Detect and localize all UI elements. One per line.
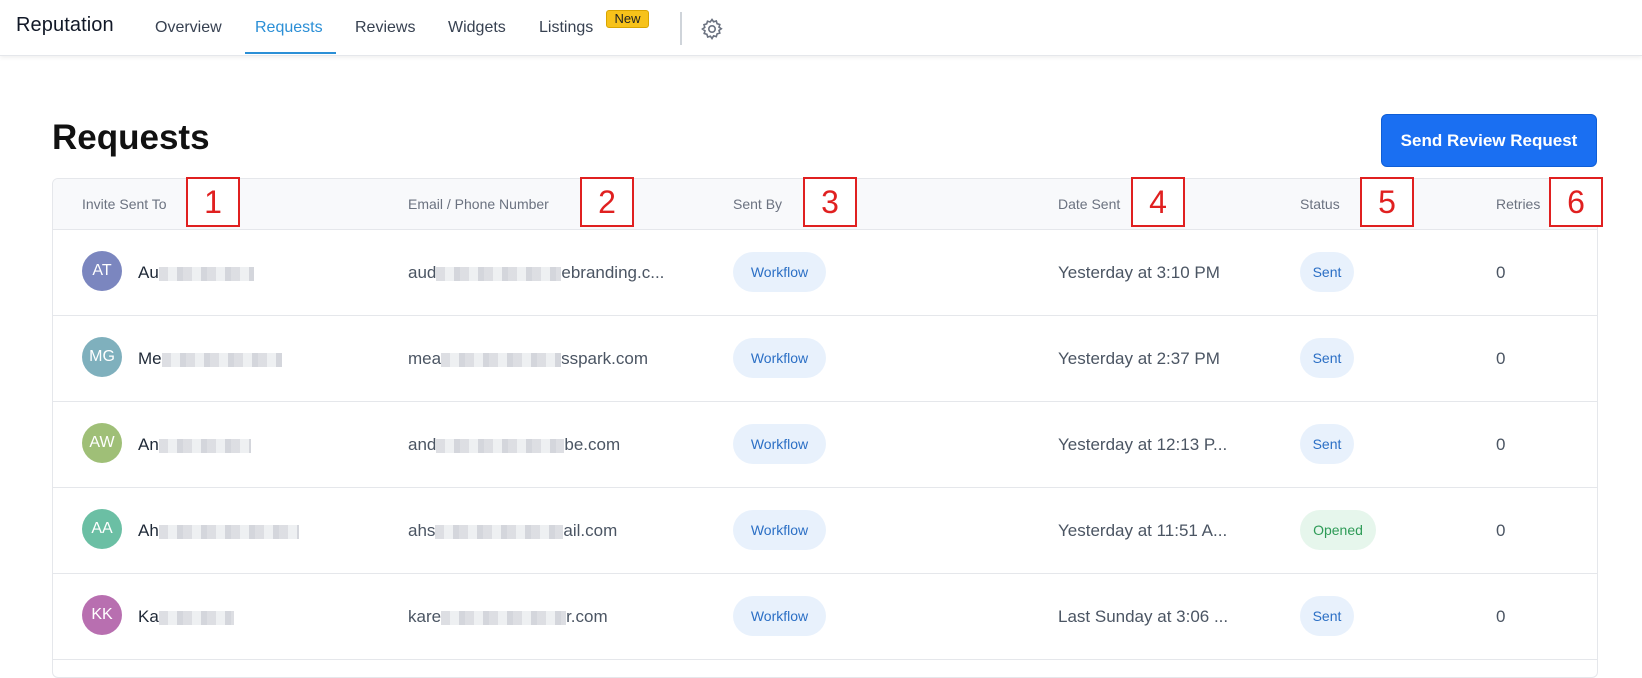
annotation-marker-3: 3 — [803, 177, 857, 227]
annotation-marker-6: 6 — [1549, 177, 1603, 227]
active-tab-indicator — [245, 52, 336, 54]
gear-icon[interactable] — [700, 17, 724, 41]
redacted-text — [435, 524, 564, 539]
contact-email: aud ebranding.c... — [408, 263, 665, 282]
top-nav: Reputation Overview Requests Reviews Wid… — [0, 0, 1642, 56]
redacted-text — [158, 438, 251, 453]
sent-by-badge[interactable]: Workflow — [733, 252, 826, 292]
status-badge: Sent — [1300, 338, 1354, 378]
table-row[interactable]: AA Ah ahs ail.com Workflow Yesterday at 1… — [53, 488, 1597, 574]
redacted-text — [161, 352, 282, 367]
tab-requests[interactable]: Requests — [255, 19, 323, 37]
contact-email: mea sspark.com — [408, 349, 648, 368]
contact-email: and be.com — [408, 435, 621, 454]
sent-by-badge[interactable]: Workflow — [733, 510, 826, 550]
retries-count: 0 — [1496, 521, 1506, 540]
date-sent: Yesterday at 2:37 PM — [1058, 349, 1220, 368]
tab-reviews[interactable]: Reviews — [355, 19, 415, 37]
redacted-text — [158, 266, 254, 281]
annotation-marker-2: 2 — [580, 177, 634, 227]
table-row[interactable]: KK Ka kare r.com Workflow Last Sunday at … — [53, 574, 1597, 660]
column-header-status: Status — [1300, 196, 1340, 212]
avatar: MG — [82, 337, 122, 377]
tab-listings[interactable]: Listings — [539, 19, 593, 37]
redacted-text — [158, 524, 299, 539]
table-row[interactable]: MG Me mea sspark.com Workflow Yesterday a… — [53, 316, 1597, 402]
annotation-marker-1: 1 — [186, 177, 240, 227]
column-header-sent-by: Sent By — [733, 196, 783, 212]
redacted-text — [158, 610, 234, 625]
column-header-invite-sent-to: Invite Sent To — [82, 196, 167, 212]
nav-divider — [680, 12, 682, 45]
date-sent: Yesterday at 3:10 PM — [1058, 263, 1220, 282]
status-badge: Sent — [1300, 596, 1354, 636]
avatar: AW — [82, 423, 122, 463]
annotation-marker-4: 4 — [1131, 177, 1185, 227]
tab-widgets[interactable]: Widgets — [448, 19, 506, 37]
sent-by-badge[interactable]: Workflow — [733, 338, 826, 378]
retries-count: 0 — [1496, 607, 1506, 626]
status-badge: Sent — [1300, 424, 1354, 464]
table-row[interactable]: AW An and be.com Workflow Yesterday at 12… — [53, 402, 1597, 488]
contact-name: Au — [138, 263, 254, 283]
status-badge: Opened — [1300, 510, 1376, 550]
tab-overview[interactable]: Overview — [155, 19, 222, 37]
date-sent: Yesterday at 11:51 A... — [1058, 521, 1228, 540]
contact-name: Ah — [138, 521, 299, 541]
redacted-text — [441, 352, 562, 367]
sent-by-badge[interactable]: Workflow — [733, 596, 826, 636]
status-badge: Sent — [1300, 252, 1354, 292]
contact-email: ahs ail.com — [408, 521, 618, 540]
send-review-request-button[interactable]: Send Review Request — [1381, 114, 1597, 167]
redacted-text — [436, 438, 565, 453]
app-brand: Reputation — [16, 14, 114, 36]
retries-count: 0 — [1496, 435, 1506, 454]
sent-by-badge[interactable]: Workflow — [733, 424, 826, 464]
column-header-email-phone: Email / Phone Number — [408, 196, 549, 212]
new-badge: New — [606, 10, 649, 28]
requests-table: Invite Sent To Email / Phone Number Sent… — [52, 178, 1598, 678]
retries-count: 0 — [1496, 263, 1506, 282]
redacted-text — [436, 266, 562, 281]
avatar: KK — [82, 595, 122, 635]
contact-name: An — [138, 435, 251, 455]
retries-count: 0 — [1496, 349, 1506, 368]
contact-name: Ka — [138, 607, 234, 627]
annotation-marker-5: 5 — [1360, 177, 1414, 227]
contact-email: kare r.com — [408, 607, 608, 626]
avatar: AT — [82, 251, 122, 291]
table-row[interactable]: AT Au aud ebranding.c... Workflow Yesterd… — [53, 230, 1597, 316]
column-header-date-sent: Date Sent — [1058, 196, 1121, 212]
redacted-text — [441, 610, 567, 625]
avatar: AA — [82, 509, 122, 549]
column-header-retries: Retries — [1496, 196, 1541, 212]
page-title: Requests — [52, 118, 210, 157]
contact-name: Me — [138, 349, 282, 369]
date-sent: Yesterday at 12:13 P... — [1058, 435, 1228, 454]
date-sent: Last Sunday at 3:06 ... — [1058, 607, 1229, 626]
